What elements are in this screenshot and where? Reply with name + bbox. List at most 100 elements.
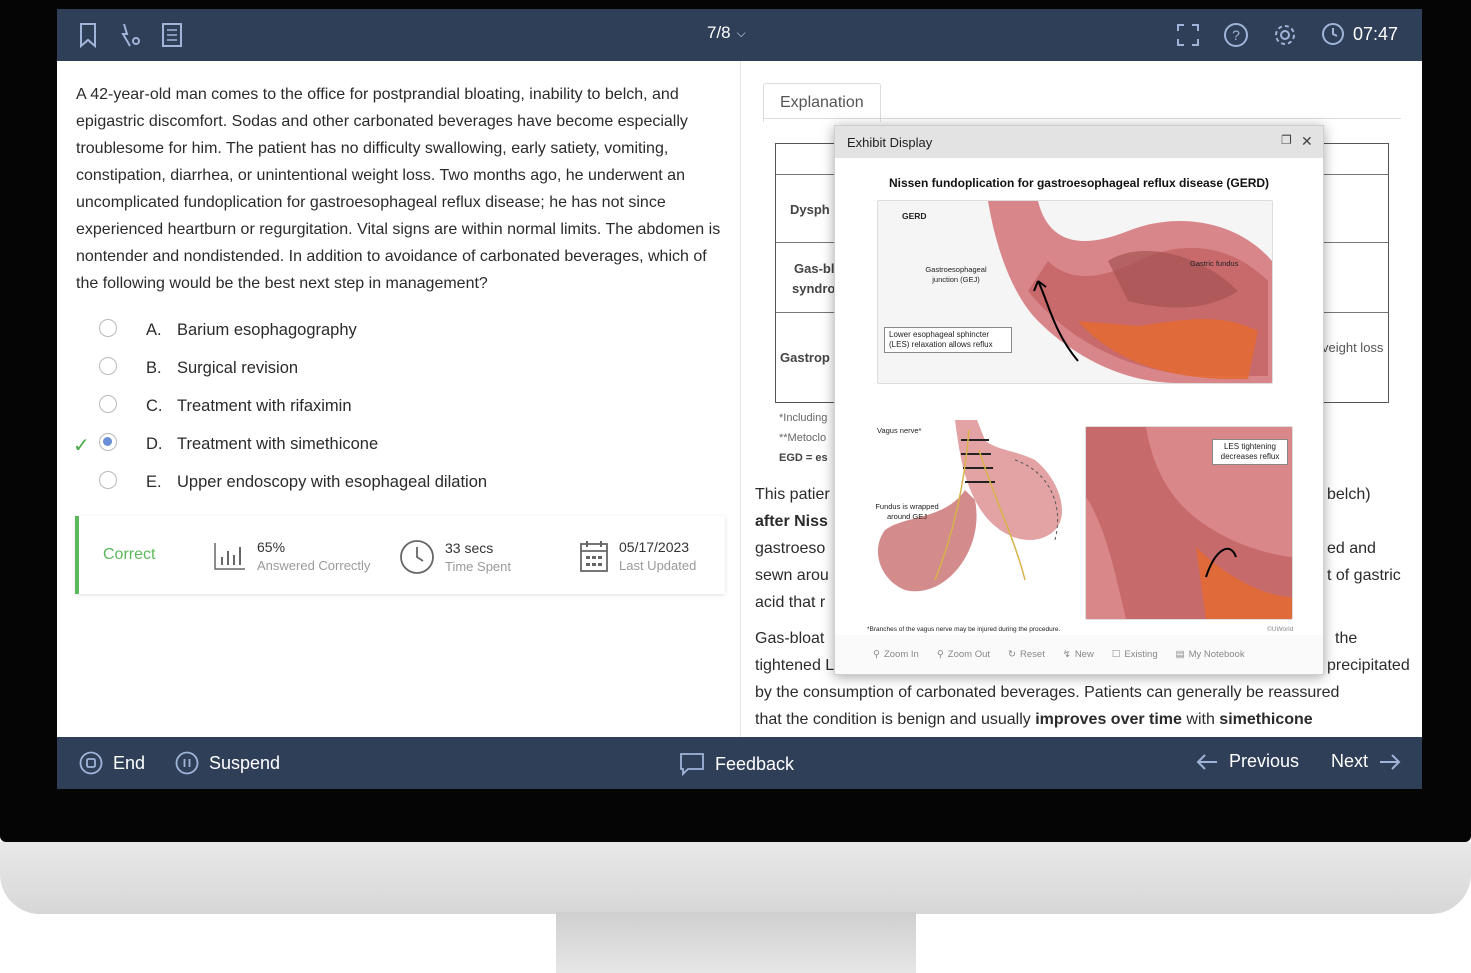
- para-line: This patier: [755, 486, 830, 503]
- answer-text: Upper endoscopy with esophageal dilation: [177, 472, 488, 491]
- time-value: 33 secs: [445, 540, 494, 556]
- feedback-button[interactable]: Feedback: [679, 751, 794, 777]
- fullscreen-icon[interactable]: [1175, 21, 1201, 49]
- result-status: Correct: [103, 546, 156, 563]
- clock-icon: [1322, 23, 1344, 45]
- app-screen: 7/8 ⌵ ? 07:47 A 42-year-old man comes to…: [57, 9, 1422, 789]
- new-label: New: [1074, 649, 1094, 660]
- para-line: sewn arou: [755, 567, 829, 584]
- answer-text: Treatment with rifaximin: [177, 396, 352, 415]
- time-label: Time Spent: [445, 559, 511, 574]
- bold-phrase: improves over time: [1035, 711, 1182, 728]
- copyright-label: ©UWorld: [1267, 626, 1294, 633]
- previous-button[interactable]: Previous: [1195, 751, 1299, 772]
- exhibit-window-title: Exhibit Display: [847, 134, 933, 150]
- date-value: 05/17/2023: [619, 539, 690, 555]
- para-line: that the condition is benign and usually: [755, 711, 1031, 728]
- answer-option-e[interactable]: E. Upper endoscopy with esophageal dilat…: [77, 463, 717, 501]
- reset-icon: ↻: [1008, 649, 1017, 660]
- restore-icon[interactable]: ❐: [1281, 133, 1292, 147]
- answer-letter: B.: [146, 358, 162, 377]
- percent-value: 65%: [257, 539, 286, 555]
- para-fragment: t of gastric: [1327, 567, 1401, 584]
- question-counter: 7/8: [707, 23, 731, 42]
- monitor-stand: [556, 912, 916, 973]
- gerd-label: GERD: [902, 211, 927, 221]
- answer-option-d[interactable]: ✓ D. Treatment with simethicone: [73, 425, 717, 463]
- my-notebook-button[interactable]: ▤ My Notebook: [1176, 649, 1245, 660]
- figure-footnote: *Branches of the vagus nerve may be inju…: [867, 626, 1061, 633]
- question-navigator[interactable]: 7/8 ⌵: [707, 23, 746, 43]
- stomach-gerd-illustration: [988, 201, 1272, 383]
- answer-option-a[interactable]: A. Barium esophagography: [77, 311, 717, 349]
- percent-label: Answered Correctly: [257, 558, 371, 573]
- answer-letter: C.: [146, 396, 163, 415]
- suspend-label: Suspend: [209, 752, 281, 773]
- footnote: **Metoclo: [779, 432, 827, 444]
- footnote: EGD = es: [779, 452, 828, 464]
- notes-icon[interactable]: [159, 21, 185, 49]
- para-fragment: ed and: [1327, 540, 1376, 557]
- end-button[interactable]: End: [79, 751, 145, 775]
- answer-letter: A.: [146, 320, 162, 339]
- radio-button[interactable]: [99, 319, 117, 337]
- next-button[interactable]: Next: [1331, 751, 1402, 772]
- suspend-button[interactable]: Suspend: [175, 751, 280, 775]
- bold-phrase: simethicone: [1219, 711, 1313, 728]
- question-pane: A 42-year-old man comes to the office fo…: [57, 61, 741, 737]
- new-note-button[interactable]: ↯ New: [1063, 649, 1094, 660]
- pause-icon: [175, 751, 199, 775]
- timer: 07:47: [1321, 22, 1398, 46]
- para-line: Gas-bloat: [755, 630, 825, 647]
- chevron-down-icon: ⌵: [736, 25, 746, 40]
- answer-option-b[interactable]: B. Surgical revision: [77, 349, 717, 387]
- monitor-chin: [0, 842, 1471, 914]
- exhibit-window[interactable]: Exhibit Display ❐ ✕ Nissen fundoplicatio…: [834, 125, 1324, 675]
- answer-letter: E.: [146, 472, 162, 491]
- next-label: Next: [1331, 751, 1369, 771]
- para-fragment: precipitated: [1327, 657, 1410, 674]
- previous-label: Previous: [1229, 751, 1300, 771]
- date-label: Last Updated: [619, 558, 697, 573]
- table-cell: Gastrop: [780, 350, 830, 365]
- date-stat: 05/17/2023 Last Updated: [579, 539, 696, 573]
- radio-button[interactable]: [99, 471, 117, 489]
- stop-icon: [79, 751, 103, 775]
- gej-label: Gastroesophageal junction (GEJ): [925, 265, 987, 284]
- speech-bubble-icon: [680, 753, 704, 777]
- zoom-out-button[interactable]: ⚲ Zoom Out: [937, 649, 990, 660]
- existing-note-button[interactable]: ☐ Existing: [1112, 649, 1158, 660]
- para-line: by the consumption of carbonated beverag…: [755, 684, 1340, 701]
- bookmark-icon[interactable]: [75, 21, 101, 49]
- exhibit-titlebar[interactable]: Exhibit Display ❐ ✕: [835, 126, 1323, 158]
- table-footnotes: *Including **Metoclo EGD = es: [779, 408, 828, 468]
- answer-option-c[interactable]: C. Treatment with rifaximin: [77, 387, 717, 425]
- answer-letter: D.: [146, 434, 163, 453]
- close-icon[interactable]: ✕: [1301, 133, 1313, 150]
- para-line: acid that r: [755, 594, 826, 611]
- arrow-left-icon: [1196, 753, 1217, 770]
- radio-button[interactable]: [99, 357, 117, 375]
- timer-value: 07:47: [1353, 23, 1399, 44]
- les-tightening-illustration: LES tightening decreases reflux: [1085, 426, 1293, 620]
- time-stat: 33 secs Time Spent: [399, 539, 511, 575]
- gerd-illustration: GERD Gastroesophageal junction (GEJ) Gas…: [877, 200, 1273, 384]
- zoom-in-button[interactable]: ⚲ Zoom In: [873, 649, 919, 660]
- radio-button[interactable]: [99, 395, 117, 413]
- reset-button[interactable]: ↻ Reset: [1008, 649, 1045, 660]
- percent-stat: 65% Answered Correctly: [213, 539, 370, 573]
- exhibit-content: Nissen fundoplication for gastroesophage…: [835, 158, 1323, 635]
- table-cell: Gas-bl: [794, 261, 835, 276]
- tab-explanation[interactable]: Explanation: [763, 83, 881, 122]
- gear-icon[interactable]: [1272, 21, 1298, 49]
- zoom-out-icon: ⚲: [936, 649, 944, 660]
- table-cell: veight loss: [1322, 340, 1384, 355]
- bar-chart-icon: [214, 543, 245, 570]
- help-icon[interactable]: ?: [1223, 21, 1249, 49]
- lab-values-icon[interactable]: [117, 21, 143, 49]
- arrow-right-icon: [1380, 753, 1401, 770]
- radio-button-selected[interactable]: [99, 433, 117, 451]
- tab-divider: [763, 118, 1401, 119]
- new-icon: ↯: [1062, 649, 1071, 660]
- para-word: with: [1186, 711, 1215, 728]
